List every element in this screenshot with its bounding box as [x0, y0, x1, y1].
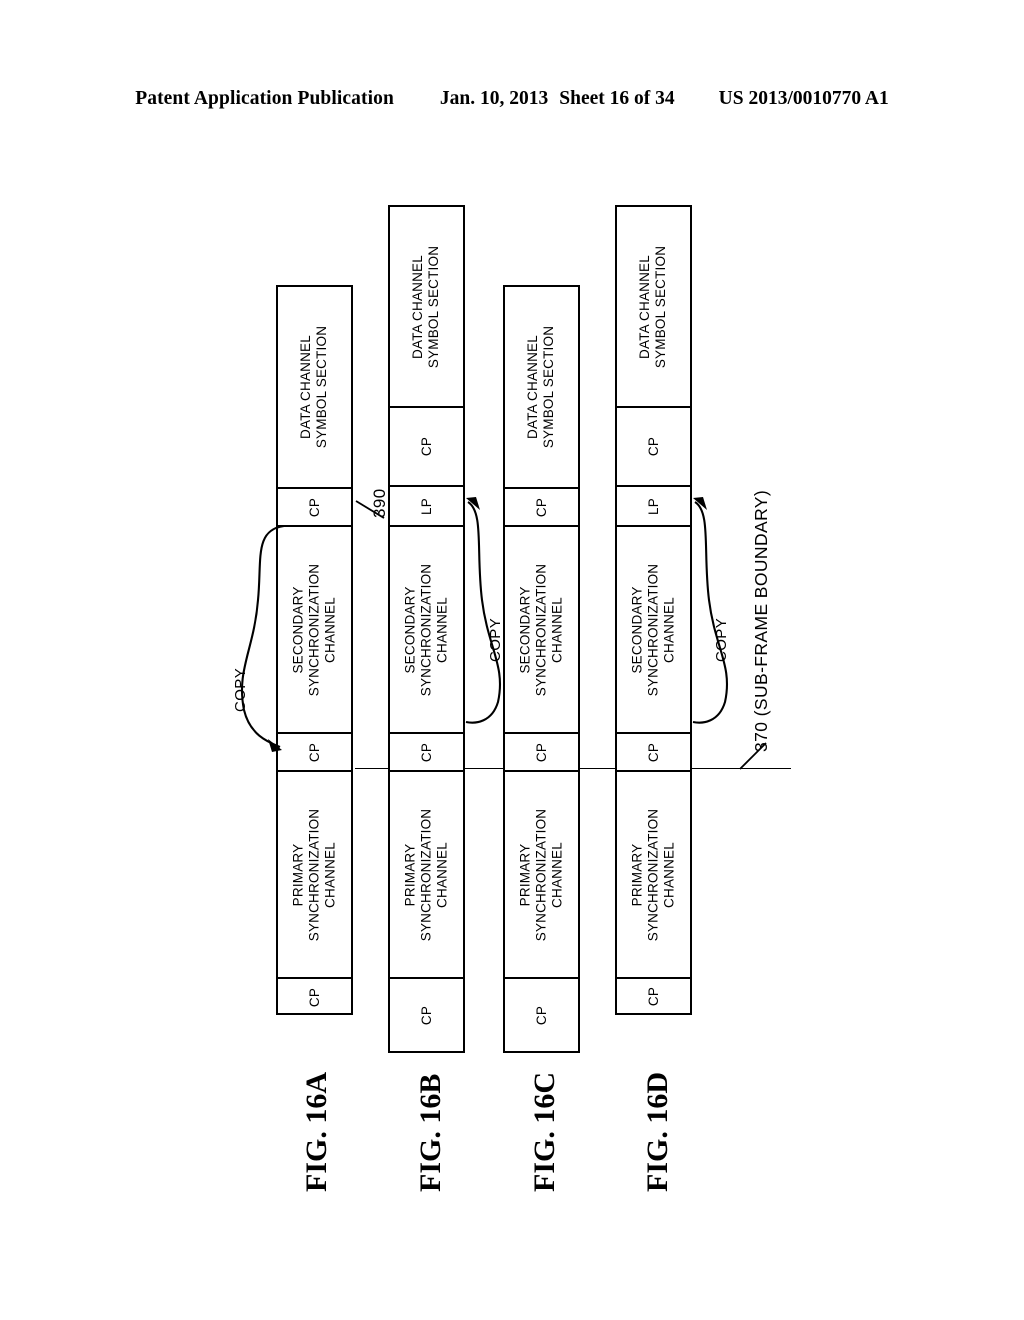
- reference-390-label: 390: [370, 488, 389, 518]
- segment-label: CP: [534, 1005, 549, 1025]
- segment-label: PRIMARY SYNCHRONIZATION CHANNEL: [402, 808, 450, 941]
- copy-label-16d: COPY: [713, 617, 730, 662]
- segment-label: DATA CHANNEL SYMBOL SECTION: [637, 245, 669, 368]
- timeline-strip-16d: DATA CHANNEL SYMBOL SECTION CP LP SECONDA…: [615, 205, 692, 1015]
- copy-arrow-16a: [240, 524, 285, 752]
- segment-secondary-synchronization-channel: SECONDARY SYNCHRONIZATION CHANNEL: [278, 525, 351, 732]
- segment-data-channel-symbol-section: DATA CHANNEL SYMBOL SECTION: [505, 287, 578, 487]
- timeline-strip-16c: DATA CHANNEL SYMBOL SECTION CP SECONDARY S…: [503, 285, 580, 1053]
- figure-caption-16c: FIG. 16C: [528, 1072, 561, 1192]
- segment-label: CP: [307, 497, 322, 517]
- segment-label: SECONDARY SYNCHRONIZATION CHANNEL: [629, 563, 677, 696]
- segment-label: CP: [419, 742, 434, 762]
- segment-secondary-synchronization-channel: SECONDARY SYNCHRONIZATION CHANNEL: [505, 525, 578, 732]
- copy-arrow-16d: [692, 497, 729, 724]
- segment-cp-1: CP: [390, 977, 463, 1051]
- segment-cp-3: CP: [505, 487, 578, 525]
- segment-cp-2: CP: [390, 732, 463, 770]
- segment-label: SECONDARY SYNCHRONIZATION CHANNEL: [402, 563, 450, 696]
- segment-lp: LP: [617, 485, 690, 525]
- segment-label: DATA CHANNEL SYMBOL SECTION: [298, 325, 330, 449]
- segment-label: CP: [646, 436, 661, 457]
- copy-label-16a: COPY: [232, 667, 249, 712]
- segment-cp-3: CP: [617, 406, 690, 485]
- timeline-strip-16a: DATA CHANNEL SYMBOL SECTION CP SECONDARY S…: [276, 285, 353, 1015]
- segment-label: CP: [534, 742, 549, 762]
- segment-cp-2: CP: [505, 732, 578, 770]
- segment-label: DATA CHANNEL SYMBOL SECTION: [410, 245, 442, 368]
- segment-cp-1: CP: [505, 977, 578, 1051]
- timeline-strip-16b: DATA CHANNEL SYMBOL SECTION CP LP SECONDA…: [388, 205, 465, 1053]
- segment-label: CP: [307, 742, 322, 762]
- segment-primary-synchronization-channel: PRIMARY SYNCHRONIZATION CHANNEL: [617, 770, 690, 977]
- segment-cp-3: CP: [278, 487, 351, 525]
- reference-370-label: 370 (SUB-FRAME BOUNDARY): [751, 489, 771, 752]
- segment-secondary-synchronization-channel: SECONDARY SYNCHRONIZATION CHANNEL: [390, 525, 463, 732]
- segment-label: PRIMARY SYNCHRONIZATION CHANNEL: [629, 808, 677, 941]
- segment-cp-1: CP: [278, 977, 351, 1015]
- segment-primary-synchronization-channel: PRIMARY SYNCHRONIZATION CHANNEL: [278, 770, 351, 977]
- figure-caption-16a: FIG. 16A: [300, 1072, 333, 1192]
- segment-cp-2: CP: [617, 732, 690, 770]
- segment-label: PRIMARY SYNCHRONIZATION CHANNEL: [517, 808, 565, 941]
- segment-label: SECONDARY SYNCHRONIZATION CHANNEL: [517, 563, 565, 696]
- segment-label: CP: [419, 1005, 434, 1025]
- segment-data-channel-symbol-section: DATA CHANNEL SYMBOL SECTION: [278, 287, 351, 487]
- segment-label: CP: [646, 986, 661, 1006]
- segment-secondary-synchronization-channel: SECONDARY SYNCHRONIZATION CHANNEL: [617, 525, 690, 732]
- segment-label: DATA CHANNEL SYMBOL SECTION: [525, 325, 557, 449]
- segment-data-channel-symbol-section: DATA CHANNEL SYMBOL SECTION: [390, 207, 463, 406]
- segment-label: CP: [646, 742, 661, 762]
- segment-data-channel-symbol-section: DATA CHANNEL SYMBOL SECTION: [617, 207, 690, 406]
- segment-lp: LP: [390, 485, 463, 525]
- segment-cp-2: CP: [278, 732, 351, 770]
- segment-label: LP: [645, 497, 661, 515]
- segment-label: CP: [307, 987, 322, 1007]
- copy-label-16b: COPY: [487, 617, 504, 662]
- segment-label: LP: [418, 497, 434, 515]
- figure-16-group: DATA CHANNEL SYMBOL SECTION CP SECONDARY S…: [0, 0, 1024, 1320]
- segment-label: PRIMARY SYNCHRONIZATION CHANNEL: [290, 808, 338, 941]
- figure-caption-16b: FIG. 16B: [414, 1073, 447, 1192]
- segment-label: SECONDARY SYNCHRONIZATION CHANNEL: [290, 563, 338, 696]
- segment-primary-synchronization-channel: PRIMARY SYNCHRONIZATION CHANNEL: [390, 770, 463, 977]
- segment-label: CP: [534, 497, 549, 517]
- segment-primary-synchronization-channel: PRIMARY SYNCHRONIZATION CHANNEL: [505, 770, 578, 977]
- segment-cp-3: CP: [390, 406, 463, 485]
- figure-caption-16d: FIG. 16D: [641, 1072, 674, 1192]
- segment-cp-1: CP: [617, 977, 690, 1013]
- segment-label: CP: [419, 436, 434, 457]
